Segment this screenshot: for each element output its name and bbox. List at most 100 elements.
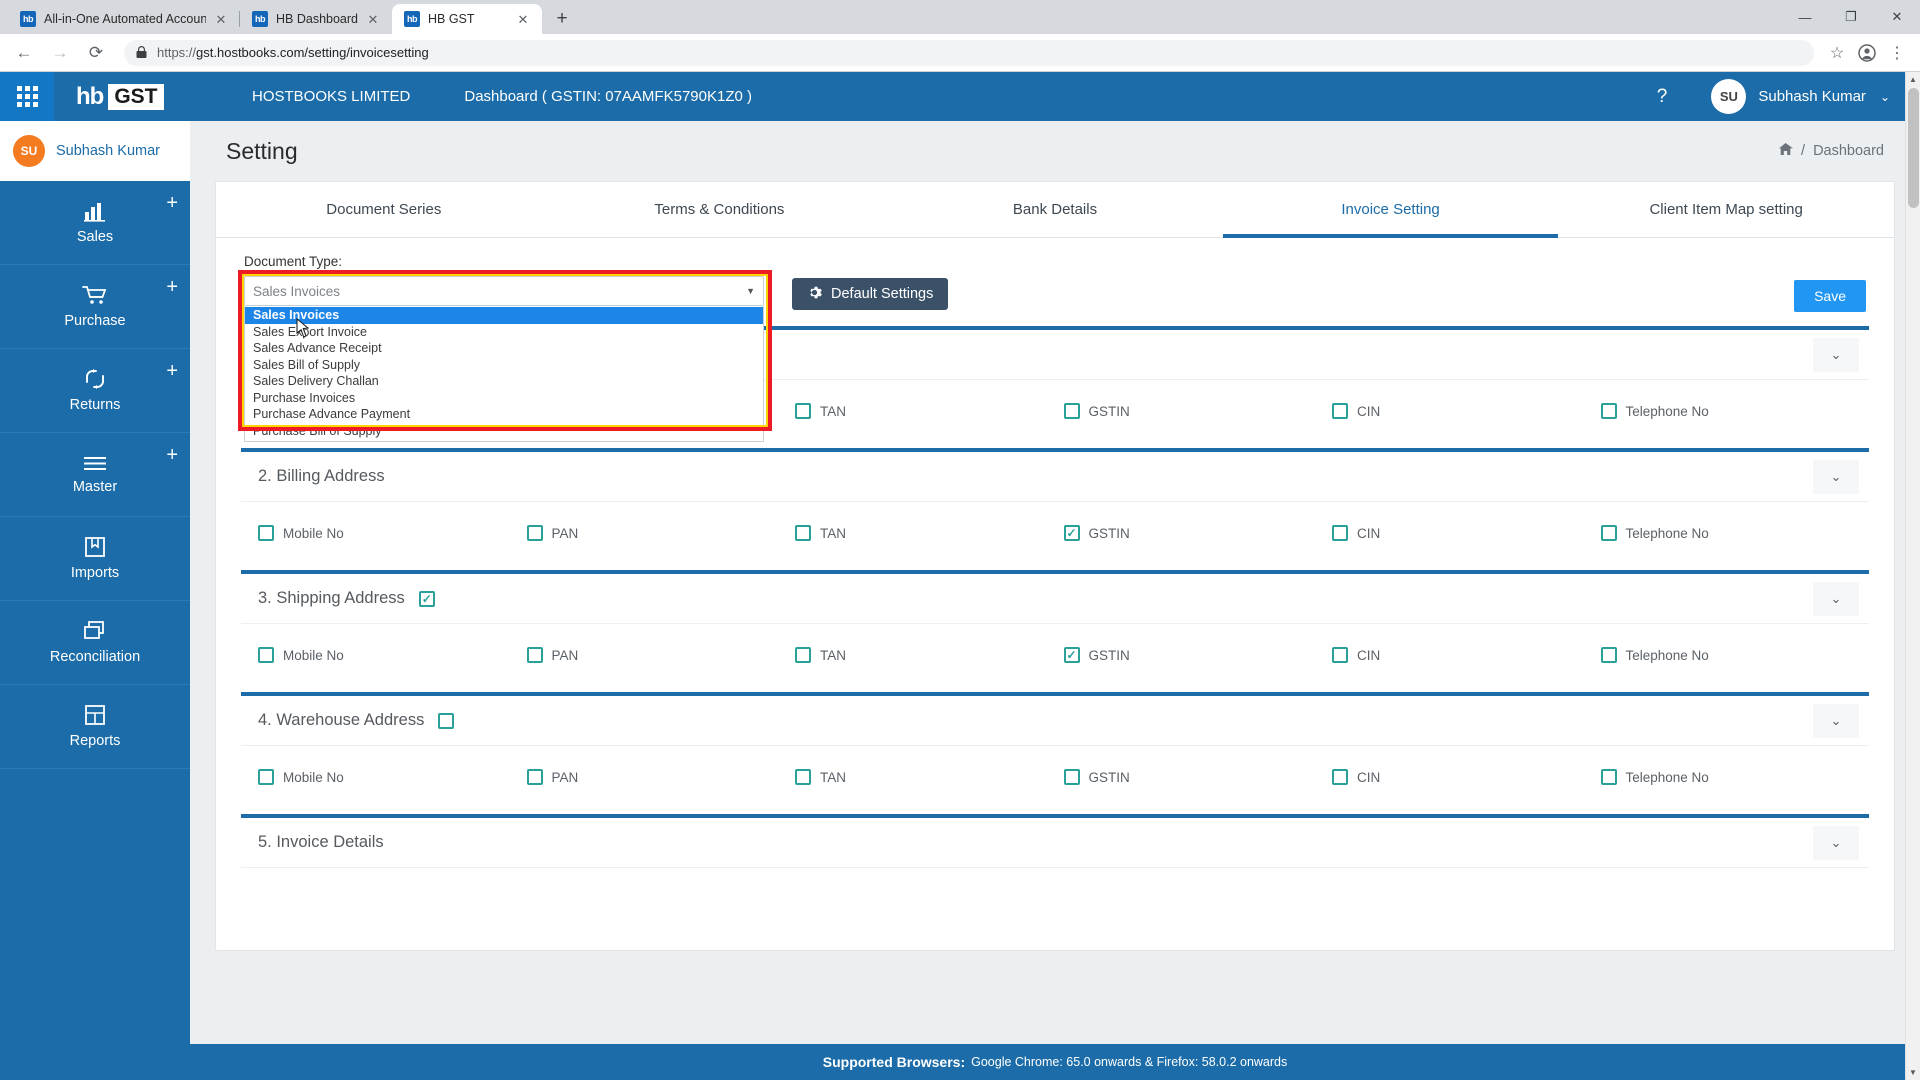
dropdown-option[interactable]: Sales Delivery Challan [245,373,763,390]
dropdown-option[interactable]: Sales Advance Receipt [245,340,763,357]
dropdown-option[interactable]: Sales Invoices [245,307,763,324]
section-enable-checkbox[interactable] [418,590,435,607]
checkbox-cin[interactable]: CIN [1332,525,1601,541]
scroll-down-arrow-icon[interactable]: ▼ [1906,1065,1920,1080]
tab-document-series[interactable]: Document Series [216,182,552,237]
tab-close-icon[interactable]: ✕ [364,10,382,28]
sidebar-add-purchase-icon[interactable]: + [166,277,178,297]
tab-bank-details[interactable]: Bank Details [887,182,1223,237]
minimize-button[interactable]: — [1782,0,1828,34]
home-icon[interactable] [1778,142,1794,160]
section-enable-checkbox[interactable] [438,712,455,729]
checkbox-tan[interactable]: TAN [795,647,1064,663]
checkbox-gstin[interactable]: GSTIN [1063,525,1333,541]
checkbox-telephone-no[interactable]: Telephone No [1600,769,1870,785]
chevron-down-icon[interactable]: ⌄ [1813,460,1859,494]
section-header[interactable]: 4. Warehouse Address ⌄ [241,696,1869,746]
sidebar-add-sales-icon[interactable]: + [166,193,178,213]
bookmark-star-icon[interactable]: ☆ [1822,38,1852,68]
apps-grid-icon[interactable] [0,72,54,121]
checkbox-box[interactable] [526,647,543,663]
new-tab-button[interactable]: + [548,5,576,33]
checkbox-box[interactable] [1063,525,1080,541]
checkbox-box[interactable] [1063,403,1080,419]
reload-button[interactable]: ⟳ [80,37,112,69]
checkbox-box[interactable] [1332,769,1348,785]
sidebar-add-master-icon[interactable]: + [166,445,178,465]
checkbox-pan[interactable]: PAN [526,769,796,785]
address-bar[interactable]: https://gst.hostbooks.com/setting/invoic… [124,39,1814,66]
sidebar-user[interactable]: SU Subhash Kumar [0,121,190,181]
checkbox-box[interactable] [795,769,811,785]
document-type-dropdown-list[interactable]: Sales Invoices Sales Export Invoice Sale… [244,306,764,442]
close-window-button[interactable]: ✕ [1874,0,1920,34]
tab-close-icon[interactable]: ✕ [514,10,532,28]
sidebar-item-reports[interactable]: Reports [0,685,190,769]
checkbox-box[interactable] [258,525,274,541]
checkbox-box[interactable] [1600,403,1617,419]
checkbox-tan[interactable]: TAN [795,403,1064,419]
checkbox-pan[interactable]: PAN [526,525,796,541]
chevron-down-icon[interactable]: ⌄ [1813,826,1859,860]
checkbox-box[interactable] [1332,403,1348,419]
checkbox-tan[interactable]: TAN [795,769,1064,785]
sidebar-item-master[interactable]: + Master [0,433,190,517]
chevron-down-icon[interactable]: ⌄ [1880,90,1890,104]
breadcrumb-current[interactable]: Dashboard [1813,143,1884,159]
forward-button[interactable]: → [44,37,76,69]
tab-terms-conditions[interactable]: Terms & Conditions [552,182,888,237]
maximize-button[interactable]: ❐ [1828,0,1874,34]
section-header[interactable]: 3. Shipping Address ⌄ [241,574,1869,624]
sidebar-item-reconciliation[interactable]: Reconciliation [0,601,190,685]
section-header[interactable]: 5. Invoice Details ⌄ [241,818,1869,868]
default-settings-button[interactable]: Default Settings [792,278,949,310]
checkbox-box[interactable] [795,403,811,419]
sidebar-add-returns-icon[interactable]: + [166,361,178,381]
topbar-user-name[interactable]: Subhash Kumar [1758,88,1866,105]
chevron-down-icon[interactable]: ⌄ [1813,582,1859,616]
checkbox-mobile-no[interactable]: Mobile No [258,769,527,785]
checkbox-cin[interactable]: CIN [1332,769,1601,785]
tab-invoice-setting[interactable]: Invoice Setting [1222,182,1559,238]
checkbox-cin[interactable]: CIN [1332,647,1601,663]
browser-tab-3[interactable]: hb HB GST ✕ [392,4,542,34]
checkbox-telephone-no[interactable]: Telephone No [1600,403,1870,419]
checkbox-box[interactable] [1600,769,1617,785]
checkbox-box[interactable] [258,647,274,663]
checkbox-box[interactable] [1600,525,1617,541]
sidebar-item-returns[interactable]: + Returns [0,349,190,433]
document-type-select[interactable]: Sales Invoices ▼ [244,276,764,306]
save-button[interactable]: Save [1794,280,1866,312]
checkbox-box[interactable] [1063,647,1080,663]
sidebar-item-purchase[interactable]: + Purchase [0,265,190,349]
checkbox-box[interactable] [1063,769,1080,785]
checkbox-box[interactable] [795,525,811,541]
dropdown-option[interactable]: Sales Bill of Supply [245,357,763,374]
checkbox-box[interactable] [526,769,543,785]
checkbox-mobile-no[interactable]: Mobile No [258,647,527,663]
chevron-down-icon[interactable]: ⌄ [1813,704,1859,738]
sidebar-item-imports[interactable]: Imports [0,517,190,601]
tab-close-icon[interactable]: ✕ [212,10,230,28]
checkbox-tan[interactable]: TAN [795,525,1064,541]
browser-tab-1[interactable]: hb All-in-One Automated Accountin ✕ [8,4,240,34]
hb-gst-logo[interactable]: hb GST [76,83,164,111]
help-icon[interactable]: ? [1657,86,1668,108]
checkbox-box[interactable] [795,647,811,663]
dropdown-option[interactable]: Purchase Advance Payment [245,406,763,423]
checkbox-telephone-no[interactable]: Telephone No [1600,525,1870,541]
sidebar-item-sales[interactable]: + Sales [0,181,190,265]
checkbox-cin[interactable]: CIN [1332,403,1601,419]
browser-tab-2[interactable]: hb HB Dashboard ✕ [239,4,392,34]
tab-client-item-map-setting[interactable]: Client Item Map setting [1558,182,1894,237]
checkbox-box[interactable] [1600,647,1617,663]
dropdown-option[interactable]: Sales Export Invoice [245,324,763,341]
checkbox-box[interactable] [1332,525,1348,541]
browser-menu-icon[interactable]: ⋮ [1882,38,1912,68]
page-scrollbar[interactable]: ▲ ▼ [1905,72,1920,1080]
checkbox-box[interactable] [526,525,543,541]
checkbox-mobile-no[interactable]: Mobile No [258,525,527,541]
dropdown-option[interactable]: Purchase Bill of Supply [245,423,763,440]
checkbox-telephone-no[interactable]: Telephone No [1600,647,1870,663]
dropdown-option[interactable]: Purchase Invoices [245,390,763,407]
